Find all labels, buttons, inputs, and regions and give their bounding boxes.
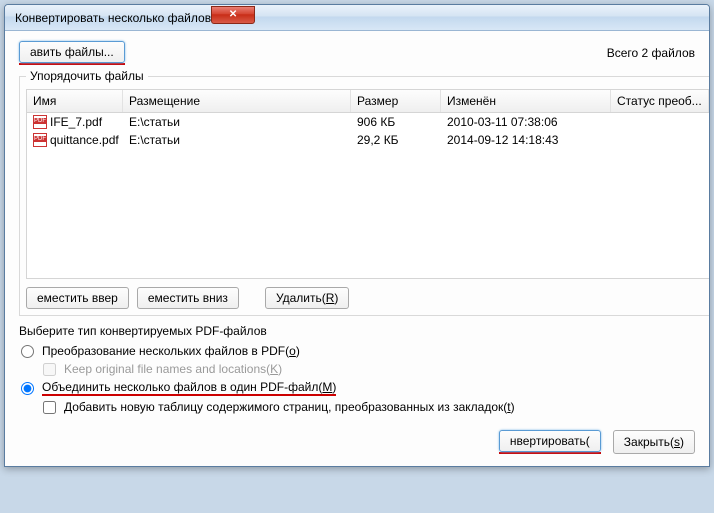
options-title: Выберите тип конвертируемых PDF-файлов xyxy=(19,324,695,338)
col-size[interactable]: Размер xyxy=(351,90,441,112)
cell-location: E:\статьи xyxy=(123,131,351,149)
move-buttons-row: еместить ввер еместить вниз Удалить(R) xyxy=(26,287,710,309)
cell-modified: 2014-09-12 14:18:43 xyxy=(441,131,611,149)
table-row[interactable]: quittance.pdf E:\статьи 29,2 КБ 2014-09-… xyxy=(27,131,709,149)
pdf-icon xyxy=(33,115,47,129)
move-down-button[interactable]: еместить вниз xyxy=(137,287,239,309)
table-row[interactable]: IFE_7.pdf E:\статьи 906 КБ 2010-03-11 07… xyxy=(27,113,709,131)
delete-button[interactable]: Удалить(R) xyxy=(265,287,349,309)
close-icon: ✕ xyxy=(229,9,237,20)
cell-name: quittance.pdf xyxy=(50,133,119,147)
checkbox-keep-names-row: Keep original file names and locations(K… xyxy=(41,360,695,378)
window-title: Конвертировать несколько файлов xyxy=(15,11,211,25)
client-area: авить файлы... Всего 2 файлов Упорядочит… xyxy=(5,31,709,466)
table-header: Имя Размещение Размер Изменён Статус пре… xyxy=(27,90,709,113)
checkbox-add-toc-label: Добавить новую таблицу содержимого стран… xyxy=(64,400,515,414)
organize-files-group: Упорядочить файлы Имя Размещение Размер … xyxy=(19,69,710,316)
close-window-button[interactable]: ✕ xyxy=(211,6,255,24)
footer-buttons: нвертировать( Закрыть(s) xyxy=(19,430,695,454)
col-status[interactable]: Статус преоб... xyxy=(611,90,709,112)
move-up-button[interactable]: еместить ввер xyxy=(26,287,129,309)
file-count-label: Всего 2 файлов xyxy=(607,46,695,60)
table-body: IFE_7.pdf E:\статьи 906 КБ 2010-03-11 07… xyxy=(27,113,709,149)
options-area: Выберите тип конвертируемых PDF-файлов П… xyxy=(19,324,695,416)
add-files-button[interactable]: авить файлы... xyxy=(19,41,125,63)
checkbox-keep-names xyxy=(43,363,56,376)
pdf-icon xyxy=(33,133,47,147)
checkbox-add-toc-row[interactable]: Добавить новую таблицу содержимого стран… xyxy=(41,398,695,416)
radio-convert-multiple-label: Преобразование нескольких файлов в PDF(o… xyxy=(42,344,300,358)
radio-merge-label: Объединить несколько файлов в один PDF-ф… xyxy=(42,380,336,396)
radio-convert-multiple[interactable] xyxy=(21,345,34,358)
radio-merge-row[interactable]: Объединить несколько файлов в один PDF-ф… xyxy=(19,378,695,398)
col-modified[interactable]: Изменён xyxy=(441,90,611,112)
dialog-window: Конвертировать несколько файлов ✕ авить … xyxy=(4,4,710,467)
close-button[interactable]: Закрыть(s) xyxy=(613,430,695,454)
radio-convert-multiple-row[interactable]: Преобразование нескольких файлов в PDF(o… xyxy=(19,342,695,360)
checkbox-add-toc[interactable] xyxy=(43,401,56,414)
cell-name: IFE_7.pdf xyxy=(50,115,102,129)
cell-location: E:\статьи xyxy=(123,113,351,131)
radio-merge[interactable] xyxy=(21,382,34,395)
titlebar[interactable]: Конвертировать несколько файлов ✕ xyxy=(5,5,709,31)
files-table[interactable]: Имя Размещение Размер Изменён Статус пре… xyxy=(26,89,710,279)
col-name[interactable]: Имя xyxy=(27,90,123,112)
cell-size: 906 КБ xyxy=(351,113,441,131)
col-location[interactable]: Размещение xyxy=(123,90,351,112)
convert-button[interactable]: нвертировать( xyxy=(499,430,601,452)
cell-size: 29,2 КБ xyxy=(351,131,441,149)
top-row: авить файлы... Всего 2 файлов xyxy=(19,41,695,65)
cell-status xyxy=(611,113,709,131)
organize-files-legend: Упорядочить файлы xyxy=(26,69,148,83)
checkbox-keep-names-label: Keep original file names and locations(K… xyxy=(64,362,282,376)
cell-status xyxy=(611,131,709,149)
cell-modified: 2010-03-11 07:38:06 xyxy=(441,113,611,131)
